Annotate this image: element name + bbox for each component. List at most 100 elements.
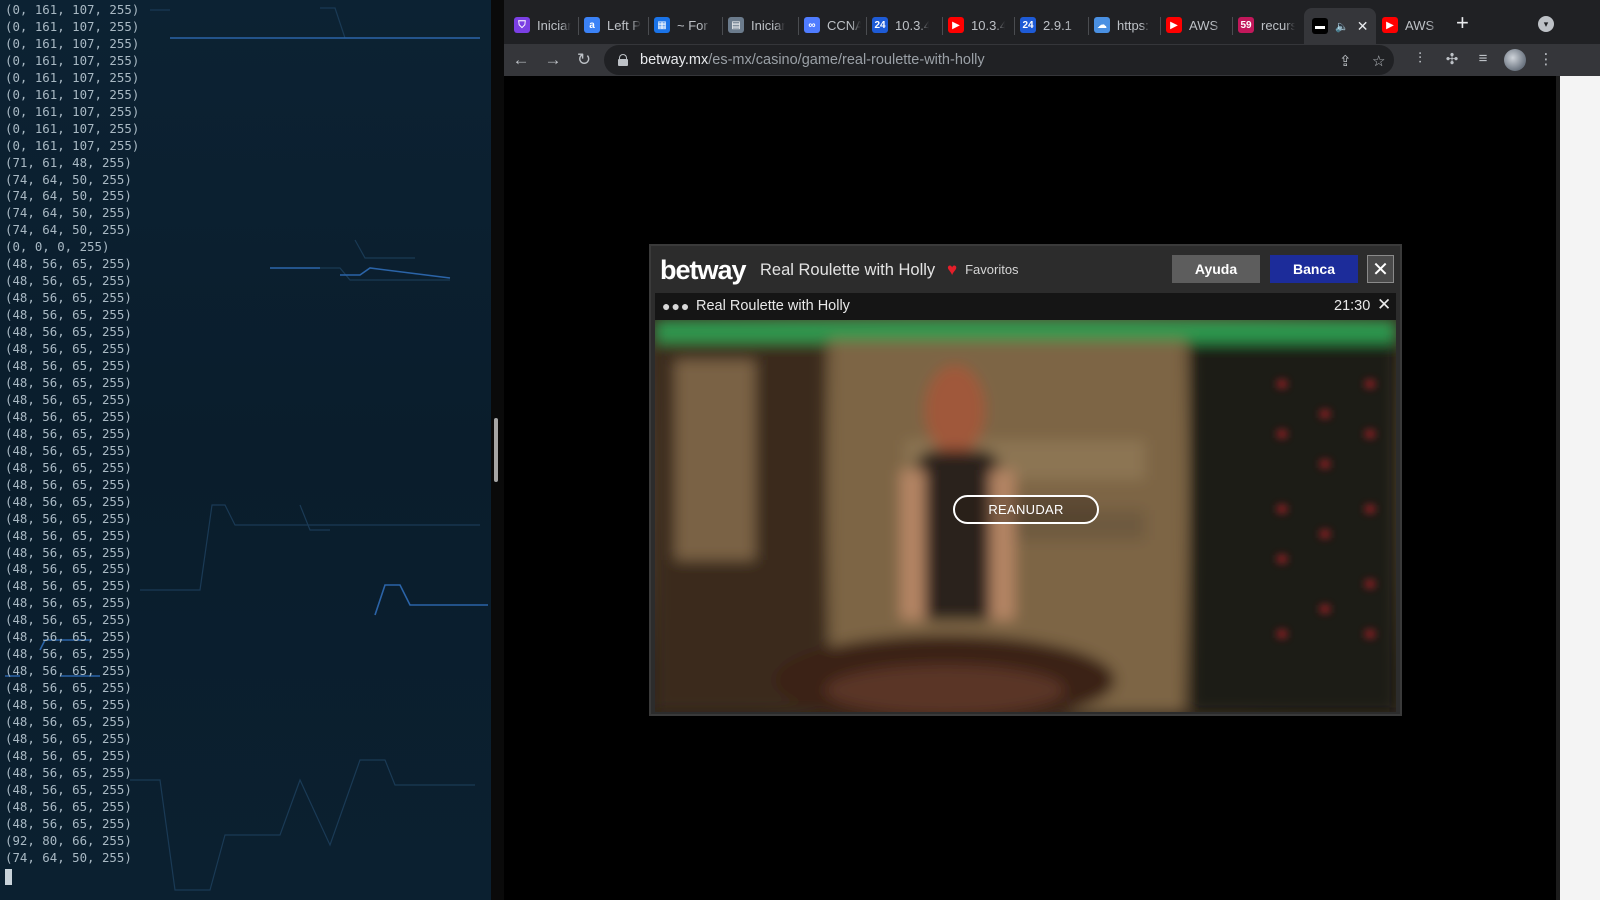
tab[interactable]: 24 10.3.4 <box>872 10 929 40</box>
tab-audio-icon[interactable]: 🔈 <box>1335 20 1349 33</box>
tab-title: ~ For <box>677 17 708 33</box>
terminal-line: (74, 64, 50, 255) <box>5 205 132 221</box>
tab-title: AWS <box>1405 17 1435 33</box>
terminal-line: (0, 161, 107, 255) <box>5 2 140 17</box>
tab[interactable]: ▦ ~ For <box>654 10 711 40</box>
page-viewport: betway Real Roulette with Holly ♥ Favori… <box>504 76 1600 900</box>
share-icon[interactable]: ⇪ <box>1339 52 1352 70</box>
terminal-line: (0, 161, 107, 255) <box>5 69 140 85</box>
terminal-line: (48, 56, 65, 255) <box>5 646 132 662</box>
help-button[interactable]: Ayuda <box>1172 255 1260 283</box>
terminal-line: (74, 64, 50, 255) <box>5 171 132 187</box>
bank-button[interactable]: Banca <box>1270 255 1358 283</box>
terminal-line: (74, 64, 50, 255) <box>5 222 132 238</box>
tab[interactable]: 24 2.9.1 <box>1020 10 1077 40</box>
resume-button[interactable]: REANUDAR <box>953 495 1099 524</box>
a-icon: a <box>584 17 600 33</box>
terminal-line: (0, 161, 107, 255) <box>5 103 140 119</box>
media-queue-icon[interactable]: ≡ <box>1473 50 1493 67</box>
terminal-line: (48, 56, 65, 255) <box>5 442 132 458</box>
new-tab-button[interactable]: + <box>1456 12 1469 34</box>
game-modal: betway Real Roulette with Holly ♥ Favori… <box>649 244 1402 716</box>
tab-separator <box>942 17 943 35</box>
terminal-line: (48, 56, 65, 255) <box>5 408 132 424</box>
terminal-line: (48, 56, 65, 255) <box>5 798 132 814</box>
address-bar[interactable]: betway.mx/es-mx/casino/game/real-roulett… <box>604 45 1394 75</box>
tab-separator <box>1088 17 1089 35</box>
extension-metrics-icon[interactable]: ⫶ <box>1410 50 1430 67</box>
splitter-handle[interactable] <box>494 418 498 482</box>
clock: 21:30 <box>1334 298 1371 314</box>
terminal-line: (74, 64, 50, 255) <box>5 849 132 865</box>
terminal-line: (48, 56, 65, 255) <box>5 425 132 441</box>
terminal-line: (0, 161, 107, 255) <box>5 120 140 136</box>
tab[interactable]: ▶ AWS <box>1166 10 1223 40</box>
tab-strip: ⛉ Iniciar a Left P ▦ ~ For ▤ Iniciar ∞ CCNA 24 10.3… <box>504 0 1600 44</box>
tab[interactable]: a Left P <box>584 10 641 40</box>
tab-close-icon[interactable]: ✕ <box>1357 18 1369 35</box>
terminal-line: (48, 56, 65, 255) <box>5 663 132 679</box>
favorites-label: Favoritos <box>965 262 1019 277</box>
bookmark-star-icon[interactable]: ☆ <box>1372 52 1385 70</box>
live-video-stage[interactable]: REANUDAR <box>655 320 1396 712</box>
tab[interactable]: ☁ https: <box>1094 10 1151 40</box>
youtube-icon: ▶ <box>1382 17 1398 33</box>
lock-icon[interactable] <box>618 54 628 66</box>
frame-close-icon[interactable]: ✕ <box>1377 295 1391 315</box>
shield-icon: ⛉ <box>514 17 530 33</box>
tab[interactable]: 59 recurs <box>1238 10 1295 40</box>
forward-icon[interactable]: → <box>542 50 564 70</box>
terminal-line: (0, 0, 0, 255) <box>5 239 110 255</box>
59-icon: 59 <box>1238 17 1254 33</box>
menu-dots-icon[interactable]: ●●● <box>662 298 690 314</box>
terminal-pane: (0, 161, 107, 255) (0, 161, 107, 255) (0, … <box>0 0 491 900</box>
link-icon: ∞ <box>804 17 820 33</box>
tab-separator <box>798 17 799 35</box>
tab-title: 2.9.1 <box>1043 17 1072 33</box>
terminal-line: (48, 56, 65, 255) <box>5 307 132 323</box>
game-title: Real Roulette with Holly <box>760 261 936 279</box>
url-text[interactable]: betway.mx/es-mx/casino/game/real-roulett… <box>640 52 985 68</box>
betway-logo[interactable]: betway <box>660 255 747 286</box>
terminal-line: (48, 56, 65, 255) <box>5 612 132 628</box>
profile-avatar[interactable] <box>1504 49 1526 71</box>
close-icon[interactable]: ✕ <box>1367 255 1394 283</box>
terminal-line: (48, 56, 65, 255) <box>5 561 132 577</box>
tab-title: recurs <box>1261 17 1295 33</box>
reload-icon[interactable]: ↻ <box>573 50 595 70</box>
tab[interactable]: ▶ 10.3.4 <box>948 10 1005 40</box>
terminal-line: (48, 56, 65, 255) <box>5 510 132 526</box>
terminal-line: (48, 56, 65, 255) <box>5 459 132 475</box>
favorites-toggle[interactable]: ♥ Favoritos <box>947 261 1019 278</box>
tab-separator <box>1014 17 1015 35</box>
menu-kebab-icon[interactable]: ⋮ <box>1536 50 1556 68</box>
24-icon: 24 <box>872 17 888 33</box>
tab-title: https: <box>1117 17 1149 33</box>
terminal-line: (48, 56, 65, 255) <box>5 544 132 560</box>
terminal-line: (48, 56, 65, 255) <box>5 764 132 780</box>
tab-separator <box>648 17 649 35</box>
tab[interactable]: ⛉ Iniciar <box>514 10 571 40</box>
tab-title: Iniciar <box>751 17 785 33</box>
terminal-line: (0, 161, 107, 255) <box>5 86 140 102</box>
terminal-line: (48, 56, 65, 255) <box>5 697 132 713</box>
tab-separator <box>722 17 723 35</box>
terminal-line: (48, 56, 65, 255) <box>5 815 132 831</box>
terminal-line: (48, 56, 65, 255) <box>5 358 132 374</box>
extensions-puzzle-icon[interactable]: ✣ <box>1442 50 1462 68</box>
cloud-icon: ☁ <box>1094 17 1110 33</box>
page-scrollbar[interactable] <box>1560 76 1600 900</box>
terminal-line: (48, 56, 65, 255) <box>5 781 132 797</box>
tab[interactable]: ▤ Iniciar <box>728 10 785 40</box>
terminal-line: (48, 56, 65, 255) <box>5 730 132 746</box>
terminal-line: (48, 56, 65, 255) <box>5 476 132 492</box>
tab-search-icon[interactable]: ▾ <box>1538 16 1554 32</box>
terminal-line: (48, 56, 65, 255) <box>5 374 132 390</box>
url-domain: betway.mx <box>640 52 709 68</box>
tab-active[interactable]: ▬ 🔈 ✕ <box>1304 8 1377 44</box>
back-icon[interactable]: ← <box>510 50 532 70</box>
terminal-output: (0, 161, 107, 255) (0, 161, 107, 255) (0, … <box>5 2 139 867</box>
tab[interactable]: ▶ AWS <box>1382 10 1439 40</box>
tab[interactable]: ∞ CCNA <box>804 10 861 40</box>
tab-title: 10.3.4 <box>895 17 929 33</box>
